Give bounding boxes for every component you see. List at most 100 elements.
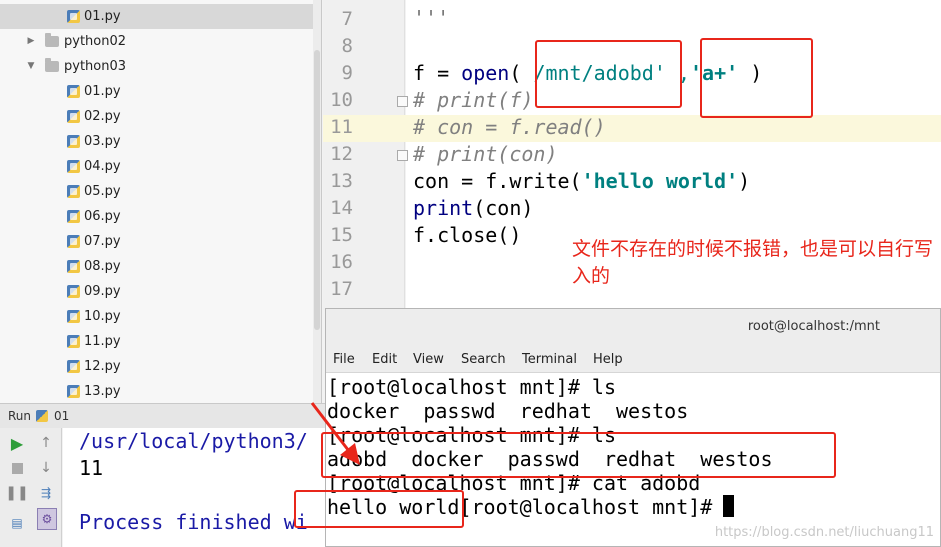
- layout-icon[interactable]: ▤: [8, 514, 26, 532]
- tree-file-item[interactable]: 12.py: [0, 354, 314, 379]
- line-number: 11: [330, 116, 353, 138]
- terminal-line: docker passwd redhat westos: [327, 399, 689, 423]
- python-file-icon: [67, 160, 80, 173]
- tree-file-top[interactable]: 01.py: [0, 4, 314, 29]
- code-token: ): [738, 61, 763, 85]
- tree-file-label: 07.py: [84, 234, 121, 249]
- tree-scrollbar-thumb[interactable]: [314, 50, 320, 330]
- python-file-icon: [36, 410, 48, 422]
- console-line: 11: [79, 456, 104, 480]
- menu-item-terminal[interactable]: Terminal: [522, 352, 577, 367]
- code-line-12: # print(con): [413, 142, 558, 166]
- line-number: 13: [330, 170, 353, 192]
- chevron-down-icon[interactable]: ▼: [26, 54, 36, 79]
- tree-file-item[interactable]: 04.py: [0, 154, 314, 179]
- watermark-text: https://blog.csdn.net/liuchuang11: [714, 525, 934, 540]
- pause-icon[interactable]: ❚❚: [5, 484, 28, 502]
- code-token: con = f.write(: [413, 169, 582, 193]
- python-file-icon: [67, 210, 80, 223]
- line-number: 7: [341, 8, 353, 30]
- terminal-titlebar[interactable]: root@localhost:/mnt: [326, 309, 940, 345]
- python-file-icon: [67, 110, 80, 123]
- code-token: /mnt/adobd: [533, 61, 654, 85]
- code-token: print: [413, 196, 474, 220]
- terminal-line: adobd docker passwd redhat westos: [327, 447, 773, 471]
- line-number: 17: [330, 278, 353, 300]
- python-file-icon: [67, 185, 80, 198]
- menu-item-file[interactable]: File: [333, 352, 355, 367]
- code-token: (con): [473, 196, 534, 220]
- arrow-up-icon[interactable]: ↑: [37, 434, 55, 452]
- run-panel-header: Run 01: [0, 403, 325, 428]
- line-number: 12: [330, 143, 353, 165]
- menu-item-edit[interactable]: Edit: [372, 352, 397, 367]
- tree-file-label: 03.py: [84, 134, 121, 149]
- code-token: f =: [413, 61, 462, 85]
- python-file-icon: [67, 260, 80, 273]
- stop-icon[interactable]: [8, 459, 26, 477]
- code-token: 'a+': [689, 61, 739, 85]
- tree-folder-python02[interactable]: ▶ python02: [0, 29, 314, 54]
- tree-file-label: 01.py: [84, 9, 121, 24]
- code-token: ' ,: [653, 61, 690, 85]
- menu-item-help[interactable]: Help: [593, 352, 623, 367]
- tree-folder-label: python02: [64, 34, 127, 49]
- tree-file-item[interactable]: 03.py: [0, 129, 314, 154]
- tree-file-item[interactable]: 08.py: [0, 254, 314, 279]
- run-config-name[interactable]: 01: [54, 404, 69, 428]
- tree-file-item[interactable]: 05.py: [0, 179, 314, 204]
- terminal-line: [root@localhost mnt]# cat adobd: [327, 471, 701, 495]
- tree-file-item[interactable]: 13.py: [0, 379, 314, 403]
- tree-scrollbar[interactable]: [313, 0, 321, 403]
- folder-icon: [45, 33, 59, 47]
- tree-file-item[interactable]: 01.py: [0, 79, 314, 104]
- python-file-icon: [67, 10, 80, 23]
- chevron-right-icon[interactable]: ▶: [26, 29, 36, 54]
- project-tree: 01.py ▶ python02 ▼ python03 01.py 02.py 03…: [0, 0, 322, 403]
- python-file-icon: [67, 335, 80, 348]
- fold-marker-icon[interactable]: [397, 150, 408, 161]
- code-line-13: con = f.write('hello world'): [413, 169, 750, 193]
- python-file-icon: [67, 135, 80, 148]
- tree-file-label: 09.py: [84, 284, 121, 299]
- tree-file-item[interactable]: 07.py: [0, 229, 314, 254]
- line-number: 9: [341, 62, 353, 84]
- tree-file-item[interactable]: 06.py: [0, 204, 314, 229]
- annotation-note: 文件不存在的时候不报错，也是可以自行写入的: [572, 238, 934, 287]
- code-line-9: f = open( /mnt/adobd' ,'a+' ): [413, 61, 762, 85]
- terminal-menubar: File Edit View Search Terminal Help: [326, 345, 940, 373]
- line-number: 15: [330, 224, 353, 246]
- tree-file-label: 13.py: [84, 384, 121, 399]
- arrow-down-icon[interactable]: ↓: [37, 459, 55, 477]
- code-token: open: [461, 61, 510, 85]
- run-icon[interactable]: ▶: [8, 434, 26, 453]
- tree-file-item[interactable]: 09.py: [0, 279, 314, 304]
- menu-item-view[interactable]: View: [413, 352, 444, 367]
- soft-wrap-icon[interactable]: ⇶: [37, 484, 55, 502]
- line-number: 10: [330, 89, 353, 111]
- run-tab-label[interactable]: Run: [8, 404, 31, 428]
- python-file-icon: [67, 85, 80, 98]
- tree-file-label: 01.py: [84, 84, 121, 99]
- python-file-icon: [67, 235, 80, 248]
- tree-file-label: 02.py: [84, 109, 121, 124]
- line-number: 14: [330, 197, 353, 219]
- terminal-title: root@localhost:/mnt: [747, 319, 880, 334]
- tree-file-item[interactable]: 02.py: [0, 104, 314, 129]
- tree-file-label: 08.py: [84, 259, 121, 274]
- folder-icon: [45, 58, 59, 72]
- tree-file-label: 11.py: [84, 334, 121, 349]
- tree-file-label: 12.py: [84, 359, 121, 374]
- settings-icon[interactable]: ⚙: [37, 508, 57, 530]
- tree-file-item[interactable]: 11.py: [0, 329, 314, 354]
- fold-marker-icon[interactable]: [397, 96, 408, 107]
- docstring-quotes: ''': [413, 6, 450, 30]
- terminal-window[interactable]: root@localhost:/mnt File Edit View Searc…: [325, 308, 941, 547]
- line-number: 16: [330, 251, 353, 273]
- tree-folder-python03[interactable]: ▼ python03: [0, 54, 314, 79]
- code-line-7: ''': [413, 6, 449, 30]
- tree-file-label: 04.py: [84, 159, 121, 174]
- menu-item-search[interactable]: Search: [461, 352, 506, 367]
- code-line-11: # con = f.read(): [413, 115, 606, 139]
- tree-file-item[interactable]: 10.py: [0, 304, 314, 329]
